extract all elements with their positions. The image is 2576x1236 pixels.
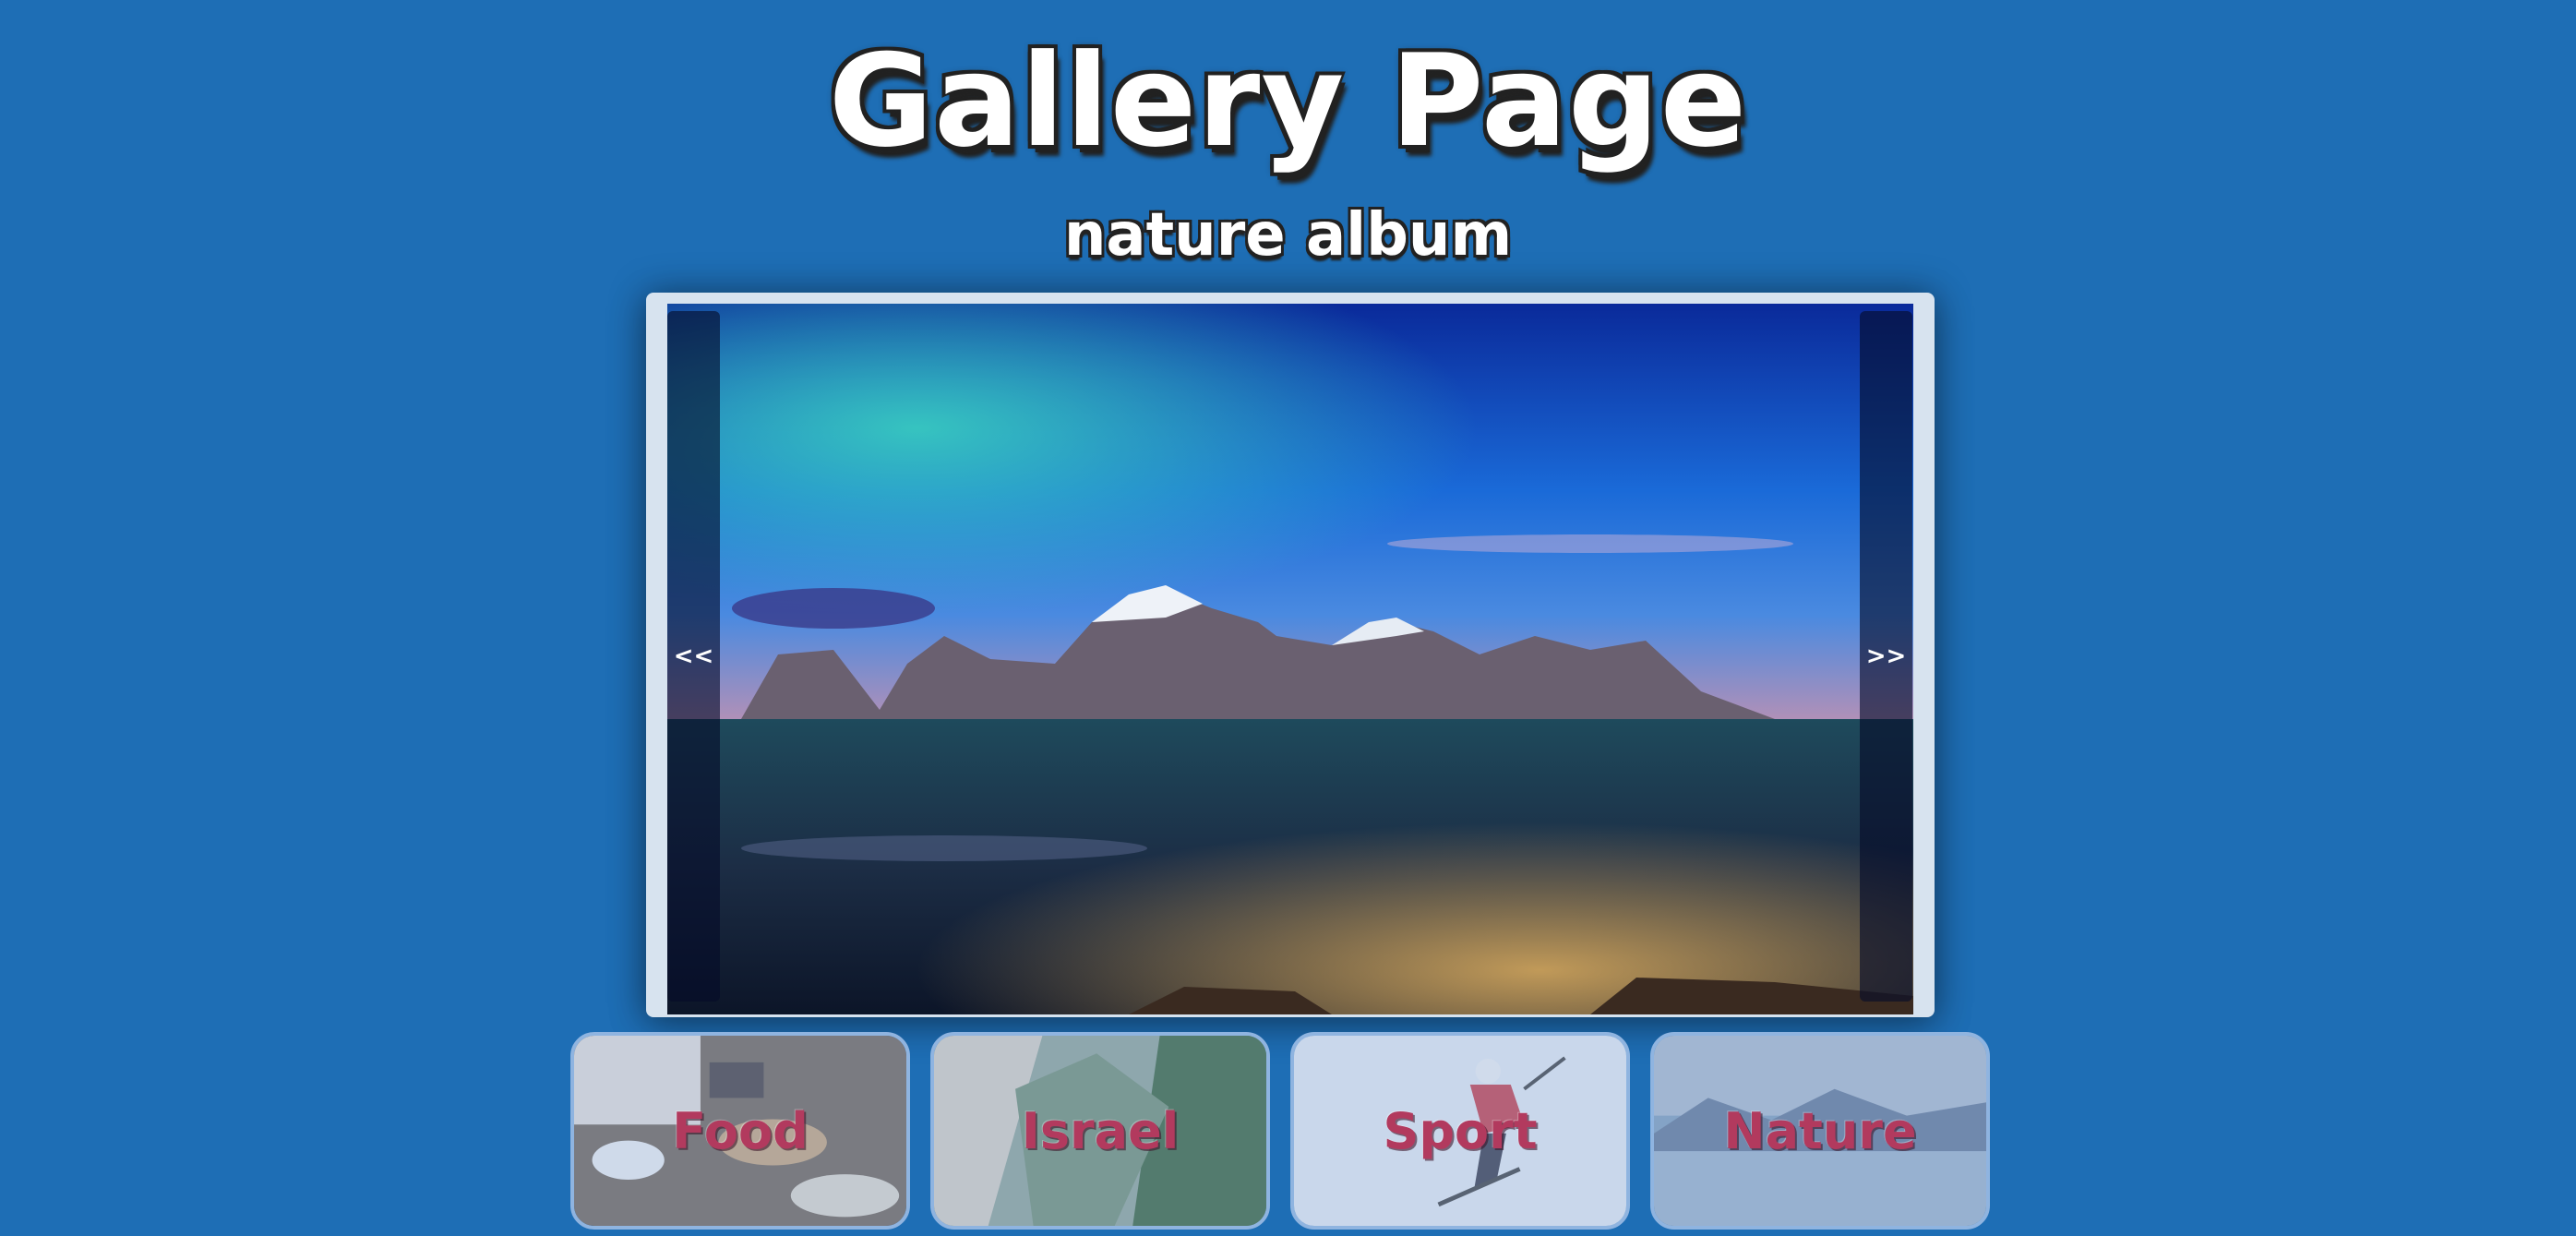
page-title: Gallery Page <box>828 27 1748 175</box>
album-label-israel: Israel <box>1021 1102 1180 1160</box>
next-photo-button[interactable]: >> <box>1860 311 1912 1002</box>
album-label-nature: Nature <box>1723 1102 1917 1160</box>
album-list: Food Israel Sport Nature <box>570 1032 2001 1236</box>
album-subtitle: nature album <box>1063 201 1513 270</box>
album-israel[interactable]: Israel <box>930 1032 1270 1230</box>
current-photo <box>667 304 1913 1014</box>
landscape-photo <box>667 304 1913 1014</box>
previous-photo-button[interactable]: << <box>667 311 720 1002</box>
album-sport[interactable]: Sport <box>1290 1032 1630 1230</box>
album-label-sport: Sport <box>1383 1102 1538 1160</box>
image-viewer <box>646 293 1935 1017</box>
album-nature[interactable]: Nature <box>1650 1032 1990 1230</box>
album-food[interactable]: Food <box>570 1032 910 1230</box>
album-label-food: Food <box>672 1102 809 1160</box>
gallery-page: Gallery Page nature album << >> Food Isr… <box>0 0 2576 1236</box>
